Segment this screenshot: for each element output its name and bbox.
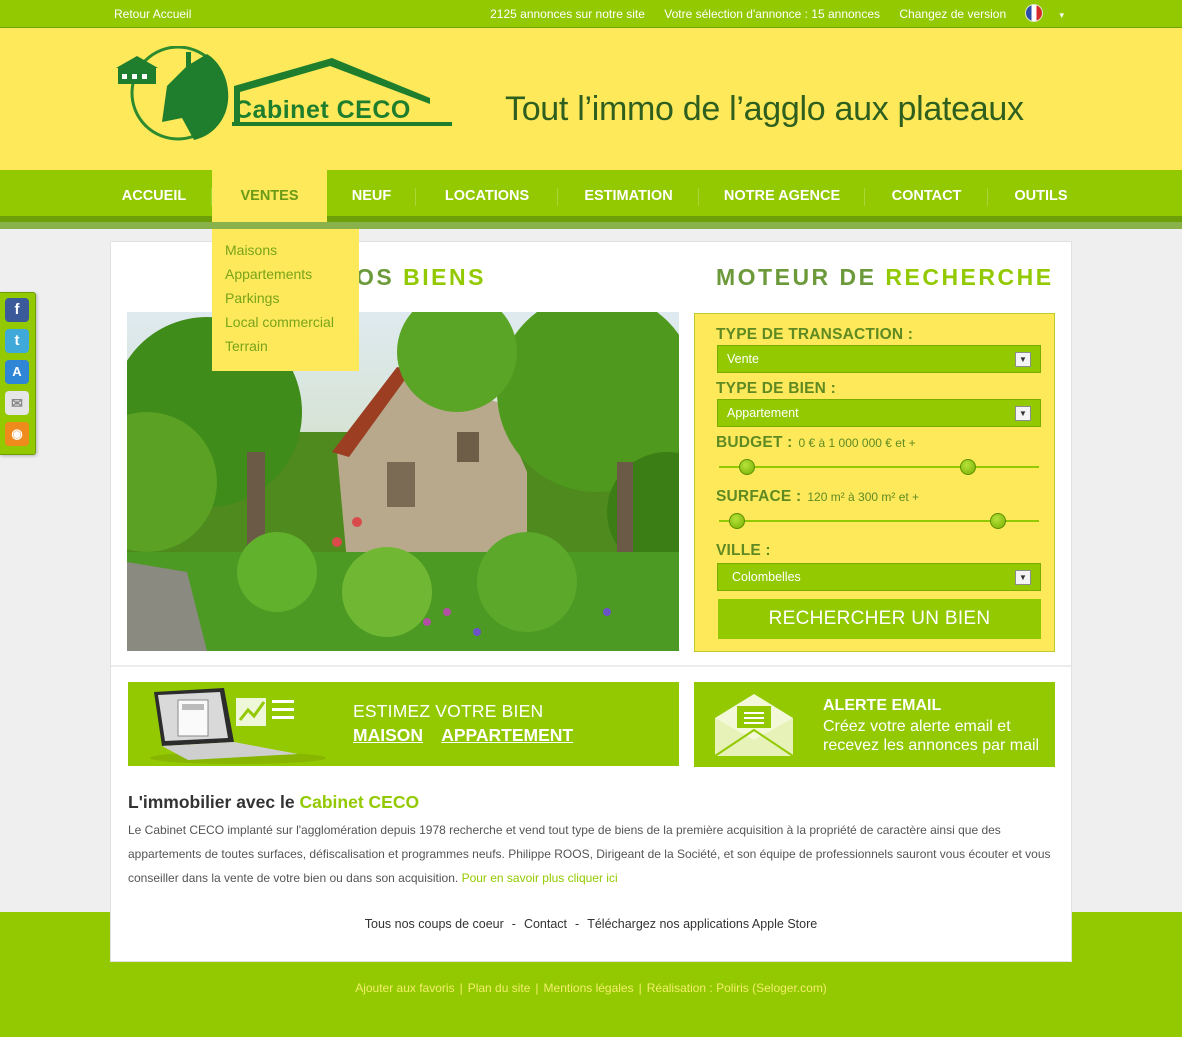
budget-range: 0 € à 1 000 000 € et + [798,436,916,450]
ventes-dropdown-menu: Maisons Appartements Parkings Local comm… [212,229,359,371]
nav-item-ventes[interactable]: VENTES [212,170,327,222]
budget-label-text: BUDGET : [716,434,793,451]
surface-label-text: SURFACE : [716,488,802,505]
logo[interactable]: Cabinet CECO [112,45,457,146]
tagline: Tout l’immo de l’agglo aux plateaux [505,90,1024,128]
transaction-type-label: TYPE DE TRANSACTION : [716,326,914,343]
city-select[interactable]: Colombelles ▼ [717,563,1041,591]
footer-divider: - [575,917,580,931]
estimate-banner[interactable]: ESTIMEZ VOTRE BIEN MAISON APPARTEMENT [128,682,679,766]
email-alert-banner[interactable]: ALERTE EMAIL Créez votre alerte email et… [694,682,1055,767]
nav-item-accueil[interactable]: ACCUEIL [96,170,212,222]
french-flag-icon[interactable] [1025,3,1044,22]
surface-range: 120 m² à 300 m² et + [807,490,920,504]
surface-max-handle[interactable] [990,513,1006,529]
budget-slider[interactable] [719,459,1039,475]
credit-sitemap[interactable]: Plan du site [468,981,531,995]
footer-links: Tous nos coups de coeur - Contact - Téléchar… [110,917,1072,931]
dropdown-item-terrain[interactable]: Terrain [212,337,359,361]
about-text: Le Cabinet CECO implanté sur l'aggloméra… [128,818,1058,890]
app-store-icon[interactable]: A [5,360,29,384]
logo-text: Cabinet CECO [234,96,411,124]
back-home-link[interactable]: Retour Accueil [114,7,191,21]
laptop-calculator-icon [150,688,326,764]
nav-item-outils[interactable]: OUTILS [988,170,1094,222]
dropdown-arrow-icon[interactable]: ▼ [1015,570,1031,585]
dropdown-item-parkings[interactable]: Parkings [212,289,359,313]
dropdown-item-appartements[interactable]: Appartements [212,265,359,289]
about-more-link[interactable]: Pour en savoir plus cliquer ici [462,871,618,885]
budget-max-handle[interactable] [960,459,976,475]
search-button[interactable]: RECHERCHER UN BIEN [718,599,1041,639]
search-engine-form: TYPE DE TRANSACTION : Vente ▼ TYPE DE BI… [694,313,1055,652]
search-engine-accent: RECHERCHE [885,264,1054,290]
top-bar-info: 2125 annonces sur notre site Votre sélec… [474,3,1064,22]
content-divider [111,665,1071,667]
about-heading: L'immobilier avec le Cabinet CECO [128,792,419,813]
footer-link-contact[interactable]: Contact [524,917,567,931]
dropdown-arrow-icon[interactable]: ▼ [1015,352,1031,367]
footer-link-apple-store[interactable]: Téléchargez nos applications Apple Store [587,917,817,931]
estimate-maison-link[interactable]: MAISON [353,725,423,745]
dropdown-item-maisons[interactable]: Maisons [212,241,359,265]
facebook-icon[interactable]: f [5,298,29,322]
surface-min-handle[interactable] [729,513,745,529]
credit-divider: | [459,981,463,995]
about-heading-accent: Cabinet CECO [299,792,420,812]
budget-min-handle[interactable] [739,459,755,475]
version-switch-label[interactable]: Changez de version [899,7,1006,21]
social-sidebar: f t A ✉ ◉ [0,292,36,455]
estimate-appartement-link[interactable]: APPARTEMENT [441,725,573,745]
envelope-icon [714,694,794,757]
chevron-down-icon[interactable]: ▾ [1059,10,1064,20]
budget-label: BUDGET : 0 € à 1 000 000 € et + [716,434,916,452]
header: Cabinet CECO Tout l’immo de l’agglo aux … [0,28,1182,170]
transaction-type-select[interactable]: Vente ▼ [717,345,1041,373]
property-type-select[interactable]: Appartement ▼ [717,399,1041,427]
nav-shadow [0,222,1182,229]
house-garden-image [127,312,679,651]
listing-count: 2125 annonces sur notre site [490,7,645,21]
estimate-links: MAISON APPARTEMENT [353,725,587,746]
dropdown-item-local-commercial[interactable]: Local commercial [212,313,359,337]
footer-link-favorites-picks[interactable]: Tous nos coups de coeur [365,917,504,931]
surface-label: SURFACE : 120 m² à 300 m² et + [716,488,919,506]
property-type-label: TYPE DE BIEN : [716,380,836,397]
search-engine-heading: MOTEUR DE RECHERCHE [716,264,1054,291]
email-alert-text: Créez votre alerte email et recevez les … [823,718,1040,754]
search-engine-prefix: MOTEUR DE [716,264,877,290]
email-alert-title: ALERTE EMAIL [823,697,942,714]
nos-biens-prefix: OS [356,264,395,290]
nav-item-estimation[interactable]: ESTIMATION [558,170,699,222]
dropdown-arrow-icon[interactable]: ▼ [1015,406,1031,421]
surface-slider[interactable] [719,513,1039,529]
credit-divider: | [638,981,642,995]
property-type-value: Appartement [727,406,799,420]
footer-divider: - [511,917,516,931]
city-label: VILLE : [716,542,771,559]
nav-item-neuf[interactable]: NEUF [327,170,416,222]
credit-divider: | [535,981,539,995]
mail-icon[interactable]: ✉ [5,391,29,415]
nav-item-locations[interactable]: LOCATIONS [416,170,558,222]
credit-legal[interactable]: Mentions légales [544,981,634,995]
transaction-type-value: Vente [727,352,759,366]
rss-icon[interactable]: ◉ [5,422,29,446]
about-heading-prefix: L'immobilier avec le [128,792,295,812]
estimate-title: ESTIMEZ VOTRE BIEN [353,701,544,721]
nav-item-notre-agence[interactable]: NOTRE AGENCE [699,170,865,222]
city-value: Colombelles [732,570,801,584]
nos-biens-heading: OS BIENS [356,264,486,291]
main-nav: ACCUEIL VENTES NEUF LOCATIONS ESTIMATION… [0,170,1182,222]
credit-made-by[interactable]: Réalisation : Poliris (Seloger.com) [647,981,827,995]
nav-item-contact[interactable]: CONTACT [865,170,988,222]
selection-link[interactable]: Votre sélection d'annonce : 15 annonces [664,7,880,21]
property-photo[interactable] [127,312,679,651]
twitter-icon[interactable]: t [5,329,29,353]
credit-add-favorites[interactable]: Ajouter aux favoris [355,981,454,995]
footer-credits: Ajouter aux favoris | Plan du site | Mention… [0,981,1182,995]
nos-biens-accent: BIENS [403,264,486,290]
top-bar: Retour Accueil 2125 annonces sur notre s… [0,0,1182,28]
